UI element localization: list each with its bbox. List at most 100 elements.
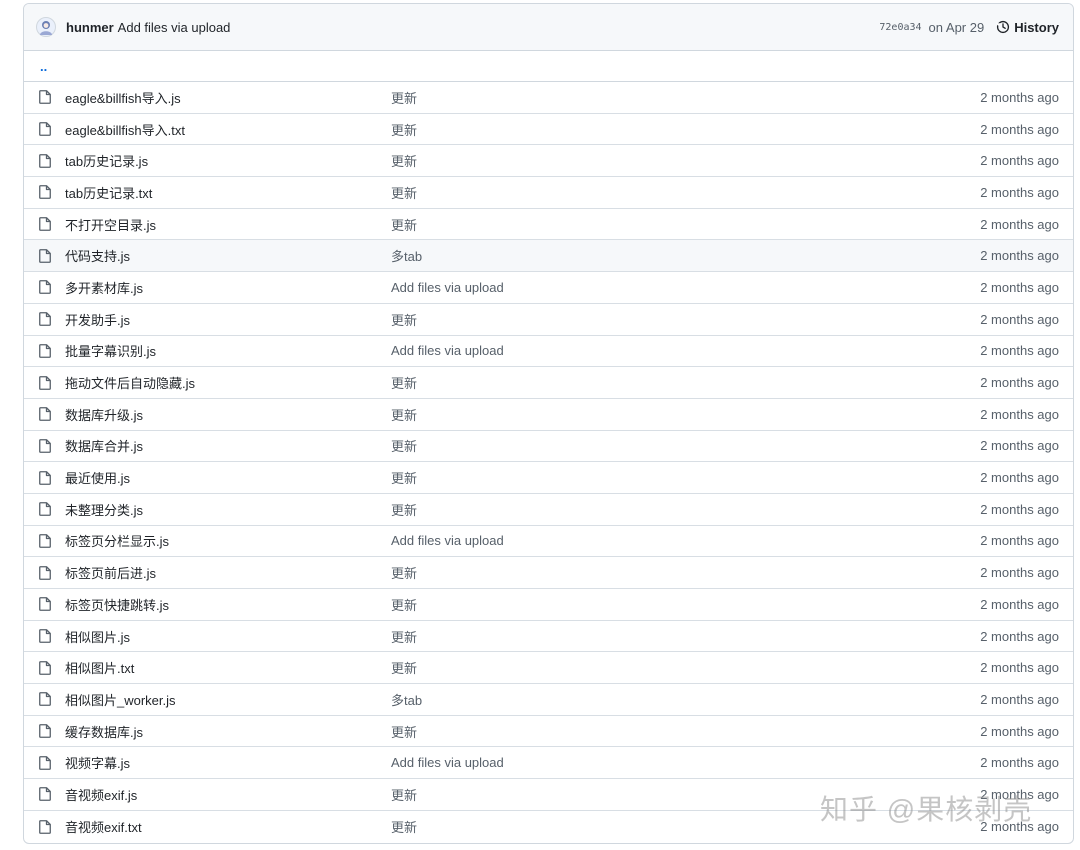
file-row[interactable]: 相似图片.txt 更新 2 months ago [24,652,1073,685]
commit-age: 2 months ago [980,786,1059,802]
file-name[interactable]: 标签页快捷跳转.js [65,595,169,614]
file-row[interactable]: eagle&billfish导入.txt 更新 2 months ago [24,114,1073,146]
file-browser: hunmer Add files via upload 72e0a34 on A… [23,3,1074,844]
commit-age: 2 months ago [980,311,1059,327]
file-name[interactable]: tab历史记录.txt [65,183,152,202]
file-icon [39,122,51,136]
file-name[interactable]: 批量字幕识别.js [65,341,156,360]
commit-age: 2 months ago [980,501,1059,517]
file-name[interactable]: 音视频exif.js [65,785,137,804]
commit-age: 2 months ago [980,248,1059,264]
file-name[interactable]: 缓存数据库.js [65,722,143,741]
file-row[interactable]: eagle&billfish导入.js 更新 2 months ago [24,82,1073,114]
file-icon [39,439,51,453]
commit-message-link[interactable]: 更新 [391,183,417,202]
file-row[interactable]: 视频字幕.js Add files via upload 2 months ago [24,747,1073,780]
file-icon [39,565,51,580]
file-name[interactable]: 视频字幕.js [65,753,130,772]
commit-message-link[interactable]: 更新 [391,785,417,804]
commit-message-link[interactable]: 多tab [391,690,422,709]
file-icon [39,153,51,168]
file-name[interactable]: 数据库合并.js [65,436,143,455]
history-label: History [1014,19,1059,35]
commit-message-link[interactable]: 更新 [391,722,417,741]
file-name[interactable]: 拖动文件后自动隐藏.js [65,373,195,392]
file-row[interactable]: 不打开空目录.js 更新 2 months ago [24,209,1073,241]
commit-message-link[interactable]: 更新 [391,310,417,329]
commit-message-link[interactable]: 更新 [391,120,417,139]
commit-message-link[interactable]: 更新 [391,595,417,614]
commit-message-link[interactable]: 更新 [391,627,417,646]
commit-message-link[interactable]: 更新 [391,500,417,519]
file-name[interactable]: 未整理分类.js [65,500,143,519]
file-icon [39,660,51,675]
file-row[interactable]: 数据库升级.js 更新 2 months ago [24,399,1073,431]
file-row[interactable]: 多开素材库.js Add files via upload 2 months ago [24,272,1073,304]
file-name[interactable]: 不打开空目录.js [65,215,156,234]
file-row[interactable]: 批量字幕识别.js Add files via upload 2 months ag… [24,336,1073,368]
commit-age: 2 months ago [980,819,1059,835]
commit-age: 2 months ago [980,121,1059,137]
file-name[interactable]: 相似图片.js [65,627,130,646]
commit-message-link[interactable]: Add files via upload [391,280,504,295]
commit-message-link[interactable]: 更新 [391,373,417,392]
file-name[interactable]: 标签页前后进.js [65,563,156,582]
file-row[interactable]: 相似图片_worker.js 多tab 2 months ago [24,684,1073,716]
file-row[interactable]: tab历史记录.txt 更新 2 months ago [24,177,1073,209]
file-row[interactable]: 标签页分栏显示.js Add files via upload 2 months a… [24,526,1073,558]
commit-message-link[interactable]: 更新 [391,405,417,424]
commit-message-link[interactable]: 更新 [391,658,417,677]
commit-age: 2 months ago [980,723,1059,739]
commit-message-link[interactable]: 更新 [391,817,417,836]
file-row[interactable]: 代码支持.js 多tab 2 months ago [24,240,1073,273]
file-name[interactable]: 多开素材库.js [65,278,143,297]
commit-author[interactable]: hunmer [66,20,114,35]
file-row[interactable]: 缓存数据库.js 更新 2 months ago [24,716,1073,748]
commit-message-link[interactable]: 多tab [391,246,422,265]
file-name[interactable]: eagle&billfish导入.txt [65,120,185,139]
commit-message-link[interactable]: 更新 [391,151,417,170]
commit-message-link[interactable]: 更新 [391,215,417,234]
file-icon [39,470,51,485]
file-row[interactable]: tab历史记录.js 更新 2 months ago [24,145,1073,178]
file-name[interactable]: eagle&billfish导入.js [65,88,181,107]
file-row[interactable]: 拖动文件后自动隐藏.js 更新 2 months ago [24,367,1073,399]
commit-message-link[interactable]: Add files via upload [391,533,504,548]
parent-link-text[interactable]: .. [40,59,47,74]
file-row[interactable]: 开发助手.js 更新 2 months ago [24,304,1073,336]
file-icon [39,724,51,738]
file-icon [39,692,51,707]
file-row[interactable]: 数据库合并.js 更新 2 months ago [24,431,1073,463]
file-name[interactable]: 数据库升级.js [65,405,143,424]
history-button[interactable]: History [996,20,1059,35]
file-name[interactable]: 代码支持.js [65,246,130,265]
file-row[interactable]: 标签页快捷跳转.js 更新 2 months ago [24,589,1073,621]
file-row[interactable]: 未整理分类.js 更新 2 months ago [24,494,1073,526]
commit-message-link[interactable]: 更新 [391,468,417,487]
commit-message-link[interactable]: 更新 [391,88,417,107]
file-row[interactable]: 音视频exif.js 更新 2 months ago [24,779,1073,811]
commit-message-link[interactable]: Add files via upload [391,755,504,770]
parent-directory-link[interactable]: .. [24,51,1073,82]
file-name[interactable]: 音视频exif.txt [65,817,142,836]
file-name[interactable]: 最近使用.js [65,468,130,487]
file-name[interactable]: 标签页分栏显示.js [65,531,169,550]
commit-age: 2 months ago [980,660,1059,676]
commit-sha[interactable]: 72e0a34 [879,22,921,33]
file-row[interactable]: 最近使用.js 更新 2 months ago [24,462,1073,494]
commit-message-link[interactable]: 更新 [391,436,417,455]
file-row[interactable]: 相似图片.js 更新 2 months ago [24,621,1073,653]
commit-age: 2 months ago [980,279,1059,295]
file-name[interactable]: 相似图片.txt [65,658,134,677]
file-row[interactable]: 标签页前后进.js 更新 2 months ago [24,557,1073,589]
file-row[interactable]: 音视频exif.txt 更新 2 months ago [24,811,1073,843]
file-name[interactable]: 开发助手.js [65,310,130,329]
avatar[interactable] [36,17,56,37]
file-name[interactable]: 相似图片_worker.js [65,690,176,709]
file-icon [39,407,51,422]
commit-message[interactable]: Add files via upload [118,20,231,35]
commit-message-link[interactable]: Add files via upload [391,343,504,358]
file-name[interactable]: tab历史记录.js [65,151,148,170]
commit-message-link[interactable]: 更新 [391,563,417,582]
commit-age: 2 months ago [980,216,1059,232]
